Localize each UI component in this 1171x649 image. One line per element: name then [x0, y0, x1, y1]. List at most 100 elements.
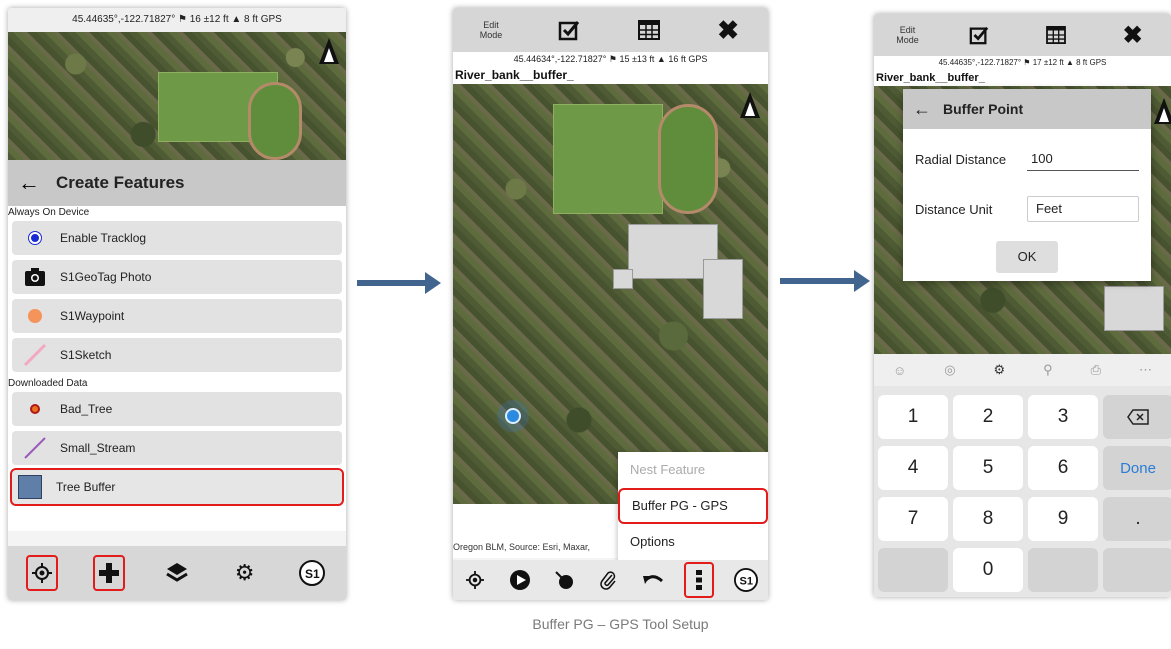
phone-edit-mode: Edit Mode ✖ 45.44634°,-122.71827° ⚑ 15 ±1…: [453, 8, 768, 600]
done-button[interactable]: Done: [1103, 446, 1171, 490]
list-item-small-stream[interactable]: Small_Stream: [12, 431, 342, 465]
backspace-icon[interactable]: [1103, 395, 1171, 439]
map-attribution: Oregon BLM, Source: Esri, Maxar,: [453, 542, 591, 552]
pink-line-icon: [24, 344, 46, 366]
list-item-sketch[interactable]: S1Sketch: [12, 338, 342, 372]
phone-create-features: 45.44635°,-122.71827° ⚑ 16 ±12 ft ▲ 8 ft…: [8, 8, 346, 600]
key-4[interactable]: 4: [878, 446, 948, 490]
item-label: Enable Tracklog: [60, 231, 147, 245]
map-view[interactable]: [8, 32, 346, 160]
item-label: Tree Buffer: [56, 480, 116, 494]
dialog-header: ← Buffer Point: [903, 89, 1151, 129]
phone-buffer-point: Edit Mode ✖ 45.44635°,-122.71827° ⚑ 17 ±1…: [874, 14, 1171, 597]
north-arrow-icon[interactable]: [1154, 98, 1171, 124]
section-label: Downloaded Data: [8, 378, 88, 389]
feature-list: Always On Device Enable Tracklog S1GeoTa…: [8, 206, 346, 531]
clipboard-icon[interactable]: ⎙: [1091, 362, 1101, 378]
gear-icon[interactable]: ⚙: [994, 362, 1006, 378]
key-5[interactable]: 5: [953, 446, 1023, 490]
stage: 45.44635°,-122.71827° ⚑ 16 ±12 ft ▲ 8 ft…: [0, 0, 1171, 649]
distance-unit-select[interactable]: Feet: [1027, 196, 1139, 222]
track-shape: [658, 104, 718, 214]
more-dots-icon[interactable]: ⋯: [1139, 362, 1152, 378]
key-blank: [878, 548, 948, 592]
keyboard-suggestion-bar: ☺ ◎ ⚙ ⚲ ⎙ ⋯: [874, 354, 1171, 386]
list-item-enable-tracklog[interactable]: Enable Tracklog: [12, 221, 342, 255]
overflow-menu: Nest Feature Buffer PG - GPS Options: [618, 452, 768, 560]
building-shape: [1104, 286, 1164, 331]
back-arrow-icon[interactable]: ←: [18, 170, 40, 196]
add-icon[interactable]: [93, 555, 126, 591]
distance-unit-label: Distance Unit: [915, 201, 993, 217]
gps-icon[interactable]: [25, 555, 58, 591]
gps-location-dot: [505, 408, 521, 424]
key-1[interactable]: 1: [878, 395, 948, 439]
back-arrow-icon[interactable]: ←: [913, 99, 931, 120]
bottom-toolbar: S1: [453, 560, 768, 600]
table-icon[interactable]: [636, 15, 662, 45]
numeric-keypad: 1 2 3 4 5 6 Done 7 8 9 . 0: [874, 386, 1171, 597]
edit-toolbar: Edit Mode ✖: [453, 8, 768, 52]
list-item-bad-tree[interactable]: Bad_Tree: [12, 392, 342, 426]
s1-globe-icon[interactable]: S1: [296, 555, 328, 591]
search-icon[interactable]: ⚲: [1043, 362, 1053, 378]
item-label: S1GeoTag Photo: [60, 270, 152, 284]
layers-icon[interactable]: [161, 555, 193, 591]
item-label: Bad_Tree: [60, 402, 113, 416]
key-3[interactable]: 3: [1028, 395, 1098, 439]
key-blank: [1028, 548, 1098, 592]
key-7[interactable]: 7: [878, 497, 948, 541]
item-label: S1Waypoint: [60, 309, 125, 323]
gps-status: 45.44635°,-122.71827° ⚑ 17 ±12 ft ▲ 8 ft…: [874, 56, 1171, 70]
checkbox-edit-icon[interactable]: [556, 15, 582, 45]
emoji-icon[interactable]: ☺: [893, 363, 906, 378]
list-item-waypoint[interactable]: S1Waypoint: [12, 299, 342, 333]
create-features-header: ← Create Features: [8, 160, 346, 206]
close-icon[interactable]: ✖: [715, 15, 741, 45]
building-shape: [703, 259, 743, 319]
table-icon[interactable]: [1040, 17, 1072, 53]
radial-distance-label: Radial Distance: [915, 151, 1007, 167]
menu-item-nest-feature[interactable]: Nest Feature: [618, 452, 768, 488]
map-view[interactable]: [453, 84, 768, 504]
gps-status: 45.44635°,-122.71827° ⚑ 16 ±12 ft ▲ 8 ft…: [8, 8, 346, 32]
camera-icon: [24, 266, 46, 288]
field-shape: [553, 104, 663, 214]
edit-toolbar: Edit Mode ✖: [874, 14, 1171, 56]
undo-icon[interactable]: [640, 565, 666, 595]
list-item-geotag-photo[interactable]: S1GeoTag Photo: [12, 260, 342, 294]
close-icon[interactable]: ✖: [1117, 17, 1149, 53]
distance-unit-row: Distance Unit Feet: [903, 189, 1151, 229]
menu-item-buffer-pg-gps[interactable]: Buffer PG - GPS: [618, 488, 768, 524]
gps-icon[interactable]: [462, 565, 488, 595]
ok-button[interactable]: OK: [996, 241, 1058, 273]
item-label: Small_Stream: [60, 441, 136, 455]
key-6[interactable]: 6: [1028, 446, 1098, 490]
menu-item-options[interactable]: Options: [618, 524, 768, 560]
north-arrow-icon[interactable]: [740, 92, 760, 118]
key-period[interactable]: .: [1103, 497, 1171, 541]
key-0[interactable]: 0: [953, 548, 1023, 592]
clip-icon[interactable]: [595, 565, 621, 595]
more-icon[interactable]: [684, 562, 715, 598]
mic-icon[interactable]: ◎: [944, 362, 955, 378]
settings-icon[interactable]: ⚙: [229, 555, 261, 591]
key-9[interactable]: 9: [1028, 497, 1098, 541]
step-arrow: [780, 270, 870, 292]
section-label: Always On Device: [8, 207, 90, 218]
checkbox-edit-icon[interactable]: [963, 17, 995, 53]
gps-status: 45.44634°,-122.71827° ⚑ 15 ±13 ft ▲ 16 f…: [453, 52, 768, 66]
blue-square-icon: [18, 475, 42, 499]
key-2[interactable]: 2: [953, 395, 1023, 439]
layer-name: River_bank__buffer_: [874, 70, 1171, 86]
play-icon[interactable]: [507, 565, 533, 595]
key-comma[interactable]: [1103, 548, 1171, 592]
radial-distance-input[interactable]: 100: [1027, 147, 1139, 171]
purple-line-icon: [24, 437, 46, 459]
key-8[interactable]: 8: [953, 497, 1023, 541]
s1-globe-icon[interactable]: S1: [733, 565, 759, 595]
svg-text:S1: S1: [305, 567, 320, 581]
pin-icon[interactable]: [551, 565, 577, 595]
north-arrow-icon[interactable]: [319, 38, 339, 64]
list-item-tree-buffer[interactable]: Tree Buffer: [10, 468, 344, 506]
